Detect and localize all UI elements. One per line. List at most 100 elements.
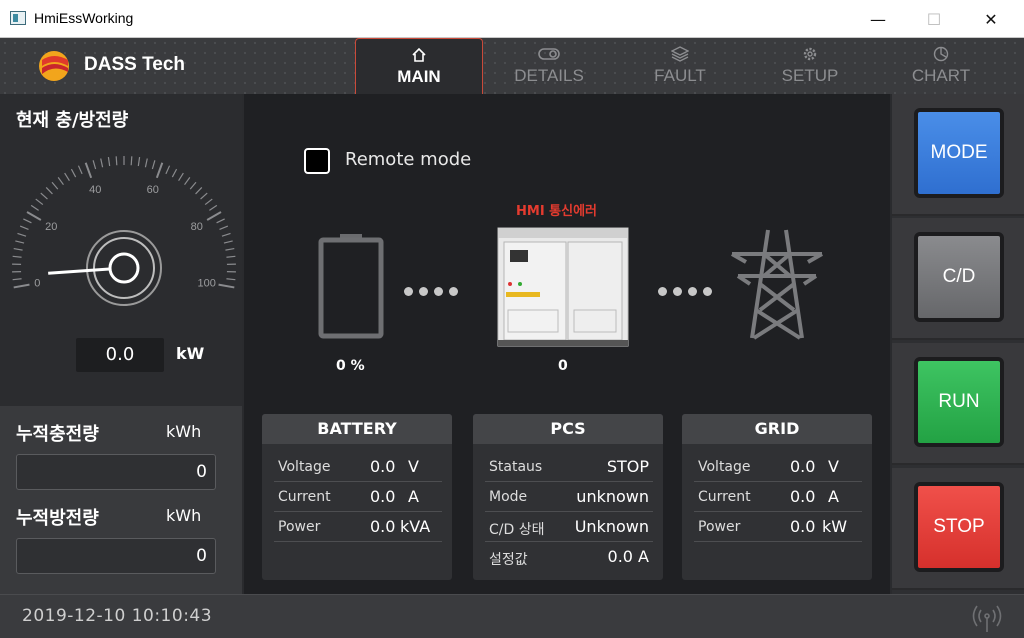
gauge-tick: [189, 181, 197, 190]
gauge-tick-label: 80: [191, 221, 203, 233]
gauge-tick: [51, 181, 59, 190]
tab-main[interactable]: MAIN: [355, 38, 483, 94]
gauge-tick: [100, 158, 104, 168]
stop-slot: STOP: [892, 468, 1024, 590]
flow-dot: [703, 287, 712, 296]
row-value: 0.0: [370, 517, 396, 536]
stop-button[interactable]: STOP: [914, 482, 1004, 572]
pie-icon: [933, 46, 949, 62]
pcs-status-row: Stataus STOP: [485, 452, 653, 482]
accumulated-discharge-field: 0: [16, 538, 216, 574]
row-value: 0.0: [370, 487, 396, 506]
pcs-card-title: PCS: [473, 414, 663, 444]
battery-voltage-row: Voltage 0.0 V: [274, 452, 442, 482]
mode-slot: MODE: [892, 94, 1024, 216]
row-unit: kW: [822, 517, 848, 536]
charge-discharge-button[interactable]: C/D: [914, 232, 1004, 322]
layers-icon: [671, 46, 689, 62]
transmission-tower-icon: [731, 229, 823, 340]
tab-setup[interactable]: SETUP: [746, 38, 874, 94]
gauge-tick: [23, 218, 32, 224]
grid-voltage-row: Voltage 0.0 V: [694, 452, 862, 482]
gauge-tick: [13, 283, 30, 289]
gauge-tick: [204, 198, 213, 206]
gauge-tick-label: 100: [198, 278, 216, 290]
gauge-tick: [155, 162, 164, 179]
gauge-tick: [64, 172, 70, 181]
row-label: Mode: [489, 489, 528, 505]
remote-mode-checkbox[interactable]: [304, 148, 330, 174]
row-label: Voltage: [278, 459, 331, 475]
accumulated-discharge-unit: kWh: [166, 506, 202, 525]
gauge-tick: [219, 225, 229, 230]
gauge-tick-label: 20: [45, 221, 57, 233]
row-value: STOP: [606, 457, 649, 476]
close-button[interactable]: ✕: [968, 0, 1014, 38]
gauge-tick: [216, 218, 225, 224]
row-value: 0.0 A: [607, 547, 649, 566]
gauge-tick: [226, 255, 236, 258]
minimize-button[interactable]: —: [855, 0, 901, 38]
battery-icon: [318, 234, 384, 339]
run-slot: RUN: [892, 343, 1024, 465]
gauge-hub: [108, 252, 140, 284]
row-unit: V: [828, 457, 839, 476]
gear-icon: [803, 47, 817, 61]
gauge-tick: [26, 211, 42, 221]
run-button[interactable]: RUN: [914, 357, 1004, 447]
gauge-tick-label: 0: [34, 278, 40, 290]
cd-slot: C/D: [892, 218, 1024, 340]
mode-button[interactable]: MODE: [914, 108, 1004, 198]
grid-current-row: Current 0.0 A: [694, 482, 862, 512]
gauge-tick: [165, 165, 171, 175]
current-power-value: 0.0: [76, 338, 164, 372]
gauge-tick: [19, 225, 29, 230]
window-title: HmiEssWorking: [34, 10, 134, 26]
accumulated-charge-unit: kWh: [166, 422, 202, 441]
main-diagram: Remote mode 0 % HMI 통신에러 0 BATTERY Volta…: [244, 94, 890, 594]
status-bar: 2019-12-10 10:10:43: [0, 594, 1024, 638]
brand-name: DASS Tech: [84, 54, 186, 75]
hmi-error-label: HMI 통신에러: [516, 204, 598, 219]
row-value: 0.0: [790, 517, 816, 536]
maximize-button[interactable]: ☐: [911, 0, 957, 38]
toggle-icon: [538, 48, 560, 60]
flow-dot: [404, 287, 413, 296]
tab-fault-label: FAULT: [654, 66, 706, 85]
gauge-tick: [144, 158, 148, 168]
gauge-tick: [45, 187, 53, 195]
gauge-tick: [107, 157, 111, 167]
current-datetime: 2019-12-10 10:10:43: [22, 606, 213, 626]
row-unit: V: [408, 457, 419, 476]
remote-mode-label[interactable]: Remote mode: [345, 149, 471, 170]
gauge-tick-label: 60: [147, 184, 159, 196]
gauge-tick: [151, 160, 156, 170]
pcs-mode-row: Mode unknown: [485, 482, 653, 512]
dass-logo-icon: [39, 51, 69, 81]
gauge-tick: [171, 168, 178, 178]
window-titlebar: HmiEssWorking — ☐ ✕: [0, 0, 1024, 38]
row-label: Voltage: [698, 459, 751, 475]
gauge-tick: [226, 278, 236, 281]
gauge-tick: [223, 240, 233, 244]
pcs-cd-state-row: C/D 상태 Unknown: [485, 512, 653, 542]
tab-fault[interactable]: FAULT: [616, 38, 744, 94]
control-panel: MODE C/D RUN STOP: [892, 94, 1024, 594]
accumulated-section: 누적충전량 kWh 0 누적방전량 kWh 0: [0, 406, 242, 594]
gauge-tick: [221, 232, 231, 237]
row-label: Power: [698, 519, 741, 535]
row-label: Power: [278, 519, 321, 535]
tab-details[interactable]: DETAILS: [485, 38, 613, 94]
gauge-tick: [12, 255, 22, 258]
current-power-unit: kW: [176, 344, 205, 363]
row-value: Unknown: [574, 517, 649, 536]
tab-chart[interactable]: CHART: [877, 38, 1005, 94]
gauge-tick: [225, 247, 235, 251]
app-icon: [10, 11, 26, 25]
row-label: C/D 상태: [489, 522, 545, 538]
signal-icon: [972, 605, 1002, 632]
battery-current-row: Current 0.0 A: [274, 482, 442, 512]
grid-card-title: GRID: [682, 414, 872, 444]
gauge-tick: [195, 187, 203, 195]
gauge-tick: [40, 192, 48, 200]
